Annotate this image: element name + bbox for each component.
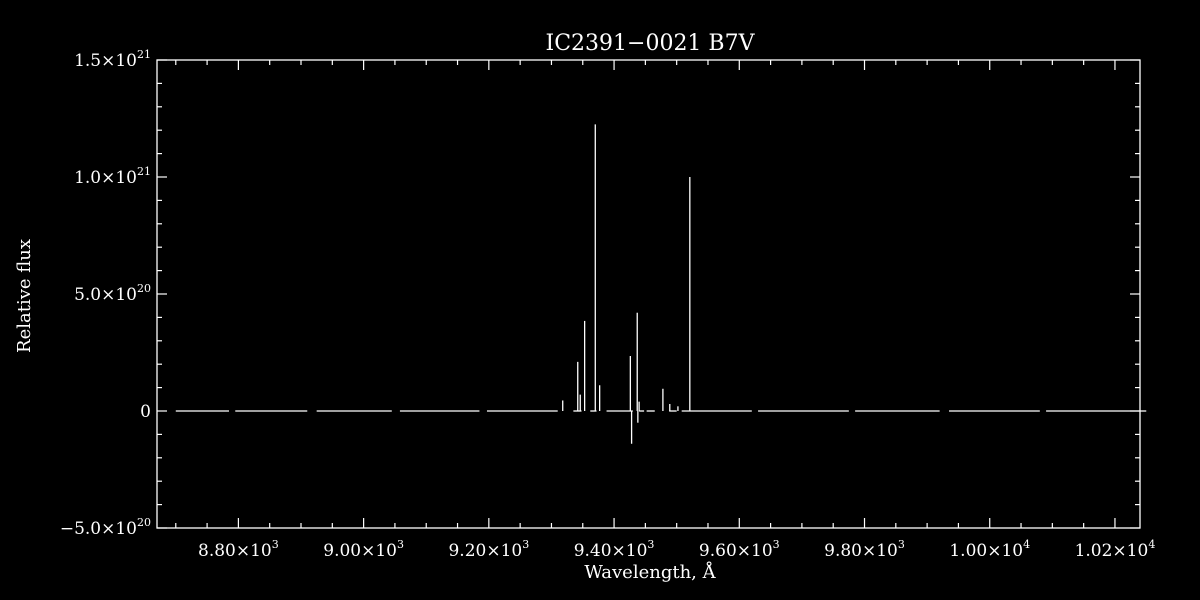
x-tick-label: 9.40×103 (574, 538, 655, 561)
x-tick-label: 9.00×103 (323, 538, 404, 561)
x-tick-label: 8.80×103 (198, 538, 279, 561)
x-tick-label: 1.02×104 (1075, 538, 1156, 561)
chart-title: IC2391−0021 B7V (546, 31, 756, 56)
y-tick-label: 0 (140, 402, 151, 422)
plot-background (0, 0, 1200, 600)
x-axis-label: Wavelength, Å (584, 561, 716, 583)
x-tick-label: 9.60×103 (699, 538, 780, 561)
x-tick-label: 9.20×103 (448, 538, 529, 561)
y-axis-label: Relative flux (14, 239, 35, 353)
x-tick-label: 9.80×103 (824, 538, 905, 561)
spectrum-plot: IC2391−0021 B7V Wavelength, Å Relative f… (0, 0, 1200, 600)
x-tick-label: 1.00×104 (949, 538, 1030, 561)
